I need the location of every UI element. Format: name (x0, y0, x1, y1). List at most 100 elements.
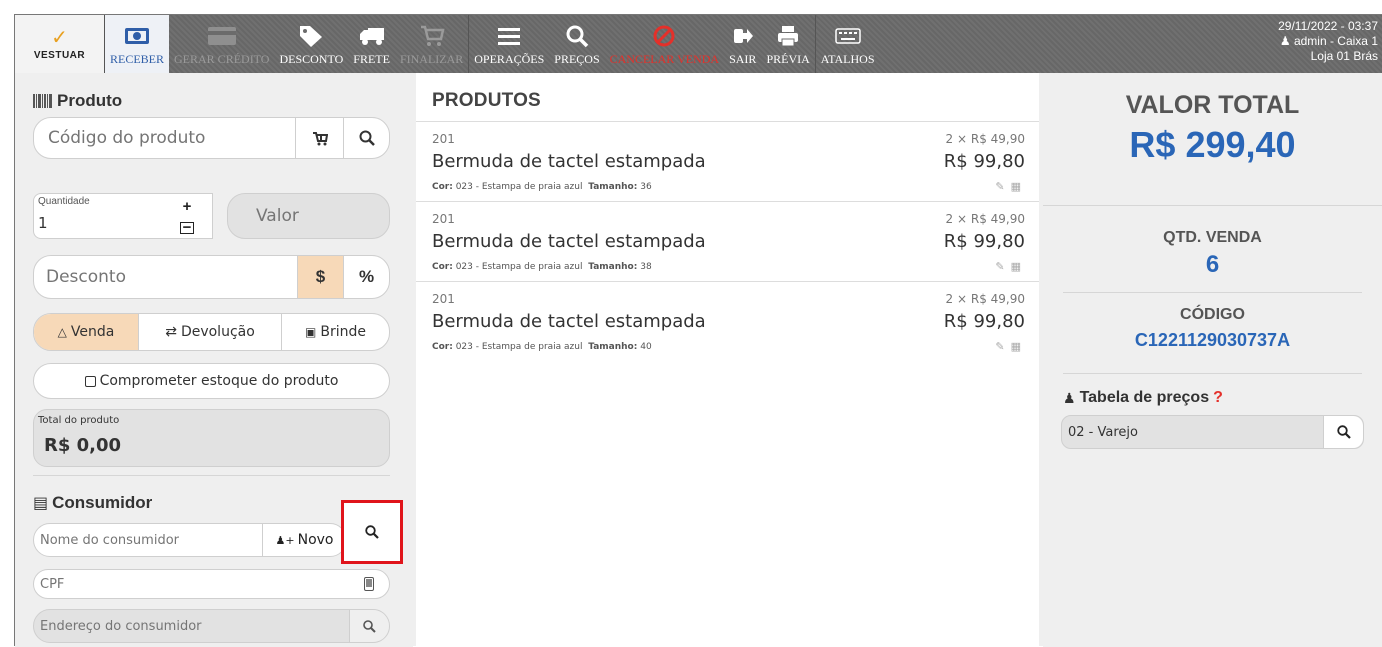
user-icon: ♟ (1063, 389, 1076, 406)
list-item[interactable]: 201 Bermuda de tactel estampada Cor: 023… (416, 282, 1039, 362)
cor-label: Cor: (432, 182, 453, 192)
quantidade-label: Quantidade (38, 196, 90, 207)
item-total: R$ 99,80 (943, 151, 1025, 172)
finalizar-button[interactable]: FINALIZAR (395, 15, 468, 73)
mode-devolucao-button[interactable]: ⇄ Devolução (138, 314, 281, 350)
mode-venda-label: Venda (70, 324, 115, 340)
truck-icon (359, 28, 384, 45)
cor-value: 023 - Estampa de praia azul (455, 342, 583, 352)
novo-consumidor-button[interactable]: ♟+ Novo (262, 524, 346, 556)
quantidade-field: Quantidade 1 + − (33, 193, 213, 239)
edit-icon[interactable]: ✎ (995, 340, 1004, 353)
nome-consumidor-input[interactable] (34, 532, 262, 548)
cancelar-venda-button[interactable]: CANCELAR VENDA (605, 15, 724, 73)
summary-panel: VALOR TOTAL R$ 299,40 QTD. VENDA 6 CÓDIG… (1043, 73, 1382, 647)
cart-button[interactable] (295, 118, 343, 158)
left-panel: Produto Quantidade 1 + − (15, 73, 413, 647)
previa-button[interactable]: PRÉVIA (761, 15, 814, 73)
edit-icon[interactable]: ✎ (995, 260, 1004, 273)
total-produto-value: R$ 0,00 (44, 435, 122, 456)
tabela-precos-label: Tabela de preços (1079, 389, 1210, 406)
session-info: 29/11/2022 - 03:37 ♟ admin - Caixa 1 Loj… (1278, 15, 1382, 73)
list-item[interactable]: 201 Bermuda de tactel estampada Cor: 023… (416, 122, 1039, 202)
consumidor-title-text: Consumidor (52, 493, 153, 512)
receber-button[interactable]: RECEBER (105, 15, 170, 73)
tabela-precos-field: 02 - Varejo (1061, 415, 1364, 449)
store-name: Loja 01 Brás (1310, 49, 1378, 63)
help-icon[interactable]: ? (1213, 389, 1223, 407)
tabela-precos-value[interactable]: 02 - Varejo (1062, 425, 1323, 440)
novo-label: Novo (297, 532, 334, 548)
mobile-icon (364, 577, 374, 591)
gerar-credito-label: GERAR CRÉDITO (174, 52, 270, 66)
nome-consumidor-field: ♟+Novo (33, 523, 347, 557)
operacoes-button[interactable]: OPERAÇÕES (468, 15, 549, 73)
desconto-button[interactable]: DESCONTO (274, 15, 348, 73)
edit-icon[interactable]: ✎ (995, 180, 1004, 193)
quantidade-input[interactable]: 1 (38, 214, 48, 232)
quantidade-plus-button[interactable]: + (183, 198, 192, 215)
item-attributes: Cor: 023 - Estampa de praia azul Tamanho… (432, 342, 652, 352)
ban-icon (653, 25, 675, 47)
sair-label: SAIR (729, 52, 757, 66)
frete-button[interactable]: FRETE (348, 15, 395, 73)
codigo-produto-input[interactable] (34, 128, 295, 148)
search-tabela-button[interactable] (1323, 416, 1363, 448)
item-code: 201 (432, 292, 455, 306)
user-name: admin - Caixa 1 (1293, 34, 1378, 48)
codigo-value: C1221129030737A (1134, 330, 1291, 350)
mode-selector: △ Venda ⇄ Devolução ▣ Brinde (33, 313, 390, 351)
desconto-percent-button[interactable]: % (343, 256, 389, 298)
comprometer-estoque-checkbox[interactable]: Comprometer estoque do produto (33, 363, 390, 399)
item-qty: 2 × R$ 49,90 (945, 292, 1025, 306)
consumidor-title: ▤ Consumidor (33, 493, 152, 513)
item-qty: 2 × R$ 49,90 (945, 132, 1025, 146)
vestuar-logo: ✓ VESTUAR (15, 15, 105, 73)
precos-button[interactable]: PREÇOS (549, 15, 604, 73)
mode-venda-button[interactable]: △ Venda (34, 314, 138, 350)
print-icon (778, 26, 799, 47)
qtd-venda-label: QTD. VENDA (1163, 229, 1262, 246)
operacoes-label: OPERAÇÕES (474, 52, 545, 66)
mobile-button[interactable] (349, 577, 389, 591)
trash-icon[interactable]: ▦ (1011, 340, 1021, 353)
trash-icon[interactable]: ▦ (1011, 180, 1021, 193)
endereco-input[interactable] (34, 618, 349, 634)
item-code: 201 (432, 132, 455, 146)
gerar-credito-button[interactable]: GERAR CRÉDITO (169, 15, 274, 73)
user-line: ♟ admin - Caixa 1 (1278, 34, 1378, 49)
mode-brinde-button[interactable]: ▣ Brinde (281, 314, 389, 350)
endereco-field (33, 609, 390, 643)
valor-input[interactable] (228, 206, 378, 226)
search-icon (566, 25, 589, 48)
gift-icon: ▣ (305, 325, 317, 339)
sair-button[interactable]: SAIR (724, 15, 761, 73)
item-name: Bermuda de tactel estampada (432, 231, 706, 252)
finalizar-label: FINALIZAR (399, 52, 464, 66)
divider (33, 475, 390, 476)
tamanho-label: Tamanho: (588, 182, 638, 192)
search-consumidor-button[interactable] (341, 500, 403, 564)
qtd-venda-value: 6 (1205, 251, 1220, 278)
divider (1063, 373, 1362, 374)
list-item[interactable]: 201 Bermuda de tactel estampada Cor: 023… (416, 202, 1039, 282)
search-endereco-button[interactable] (349, 610, 389, 642)
desconto-input[interactable] (34, 267, 297, 287)
produtos-panel: PRODUTOS 201 Bermuda de tactel estampada… (416, 73, 1039, 647)
item-qty: 2 × R$ 49,90 (945, 212, 1025, 226)
atalhos-button[interactable]: ATALHOS (814, 15, 880, 73)
precos-label: PREÇOS (554, 52, 600, 66)
trash-icon[interactable]: ▦ (1011, 260, 1021, 273)
quantidade-minus-button[interactable]: − (179, 220, 195, 235)
cor-label: Cor: (432, 342, 453, 352)
cor-label: Cor: (432, 262, 453, 272)
mode-brinde-label: Brinde (320, 324, 366, 340)
menu-icon (498, 28, 521, 45)
desconto-money-button[interactable]: $ (297, 256, 343, 298)
cpf-input[interactable] (34, 576, 349, 592)
datetime: 29/11/2022 - 03:37 (1278, 19, 1378, 33)
tag-icon (300, 26, 323, 47)
search-produto-button[interactable] (343, 118, 389, 158)
checkbox-icon (84, 375, 96, 387)
codigo-label: CÓDIGO (1180, 306, 1245, 323)
